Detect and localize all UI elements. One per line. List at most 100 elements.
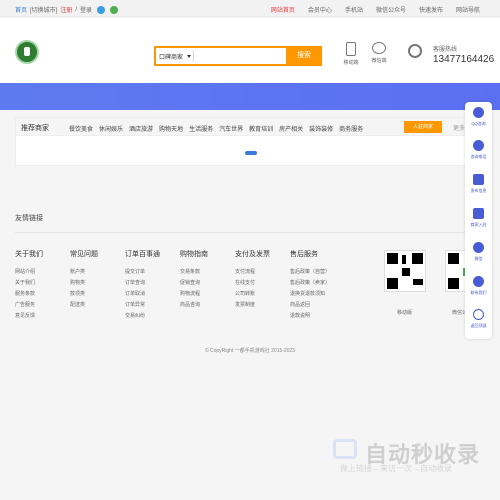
sidebar-label: 联系我们 [470,290,487,295]
footer-link[interactable]: 订单异常 [125,300,180,311]
category-tab[interactable]: 购物天地 [159,124,183,133]
sidebar-item-contact[interactable]: 联系我们 [465,276,492,296]
hotline-number: 13477164426 [433,54,495,65]
quick-post-link[interactable]: 快速发布 [419,5,443,14]
switch-city-link[interactable]: [切换城市] [30,5,57,14]
footer-link[interactable]: 关于我们 [15,278,70,289]
footer-link[interactable]: 退款说明 [290,311,345,322]
member-center-link[interactable]: 会员中心 [308,5,332,14]
footer-link[interactable]: 交易纠纷 [125,311,180,322]
qr-code-mobile [384,250,426,292]
wechat-login-icon[interactable] [110,5,119,14]
category-tab[interactable]: 教育培训 [249,124,273,133]
footer-link[interactable]: 商品咨询 [180,300,235,311]
footer-link[interactable]: 支付流程 [235,267,290,278]
send-icon [473,174,484,185]
footer-link[interactable]: 款项类 [70,289,125,300]
footer-link[interactable]: 订单查询 [125,278,180,289]
carousel-indicator[interactable] [245,151,257,155]
wechat-icon [473,242,484,253]
sidebar-item-phone[interactable]: 咨询电话 [465,140,492,160]
mobile-site-link[interactable]: 手机站 [345,5,363,14]
sidebar-item-top[interactable]: 返回顶部 [465,309,492,329]
category-tab[interactable]: 商务服务 [339,124,363,133]
site-nav-link[interactable]: 网站导航 [456,5,480,14]
shops-title: 推荐商家 [21,125,49,132]
login-link[interactable]: 登录 [80,5,92,14]
search-box: 口碑商家 搜索 [154,46,322,66]
footer-link[interactable]: 提交订单 [125,267,180,278]
footer-link[interactable]: 售后政策（自营） [290,267,345,278]
watermark-logo [333,439,357,459]
footer-column: 售后服务 售后政策（自营） 售后政策（卖家） 退换货退款须知 商品返回 退款说明 [290,249,345,322]
category-tab[interactable]: 生活服务 [189,124,213,133]
search-button[interactable]: 搜索 [286,46,322,66]
shops-header: 推荐商家 餐饮美食 休闲娱乐 酒店旅游 购物天地 生活服务 汽车世界 教育培训 … [16,118,469,136]
search-category-select[interactable]: 口碑商家 [159,52,183,61]
hotline-label: 客服热线 [433,47,458,53]
category-tab[interactable]: 汽车世界 [219,124,243,133]
join-shop-button[interactable]: 入驻商家 [404,121,442,133]
recommended-shops: 推荐商家 餐饮美食 休闲娱乐 酒店旅游 购物天地 生活服务 汽车世界 教育培训 … [15,117,469,166]
flag-icon [473,208,484,219]
sidebar-item-wechat[interactable]: 微信 [465,242,492,262]
category-tab[interactable]: 休闲娱乐 [99,124,123,133]
wechat-official-link[interactable]: 微信公众号 [376,5,406,14]
qr-caption-mobile: 移动版 [397,310,413,316]
footer-column-title: 常见问题 [70,251,98,258]
footer-link[interactable]: 商品返回 [290,300,345,311]
footer-link[interactable]: 网站介绍 [15,267,70,278]
category-tab[interactable]: 酒店旅游 [129,124,153,133]
friend-links-title: 友情链接 [15,215,43,222]
footer-link[interactable]: 服务条款 [15,289,70,300]
sidebar-label: 咨询电话 [470,154,487,159]
sidebar-item-join[interactable]: 商家入驻 [465,208,492,228]
footer-link[interactable]: 意见反馈 [15,311,70,322]
wechat-app-link[interactable]: 微信端 [370,42,388,66]
footer-link[interactable]: 购物流程 [180,289,235,300]
footer-column: 购物指南 交易条款 促销查询 购物流程 商品咨询 [180,249,235,322]
footer-link[interactable]: 订单取消 [125,289,180,300]
footer-link[interactable]: 发票制度 [235,300,290,311]
footer-divider [15,232,485,233]
sidebar-item-publish[interactable]: 发布信息 [465,174,492,194]
mobile-app-link[interactable]: 移动端 [342,42,360,66]
sidebar-item-qq[interactable]: QQ咨询 [465,107,492,127]
category-tab[interactable]: 装饰装修 [309,124,333,133]
search-divider [193,50,194,62]
top-left-links: 首页 [切换城市] 注册 / 登录 [15,5,119,14]
sidebar-label: 返回顶部 [470,323,487,328]
copyright: © CopyRight 一都手机游戏社 2015-2023 [204,348,296,354]
register-link[interactable]: 注册 [60,5,72,14]
footer-link[interactable]: 退换货退款须知 [290,289,345,300]
qq-icon [473,107,484,118]
sidebar-label: 微信 [474,256,483,261]
user-icon [473,276,484,287]
footer-link[interactable]: 公司转账 [235,289,290,300]
watermark-subtext: 做上链接→来访一次→自动收录 [340,464,452,473]
category-tab[interactable]: 房产相关 [279,124,303,133]
home-link[interactable]: 首页 [15,5,27,14]
footer-link[interactable]: 在线支付 [235,278,290,289]
site-home-link[interactable]: 网站首页 [271,5,295,14]
footer-column-title: 订单百事通 [125,251,160,258]
app-links: 移动端 微信端 [342,42,388,66]
footer-link[interactable]: 购物类 [70,278,125,289]
footer-link[interactable]: 售后政策（卖家） [290,278,345,289]
qq-login-icon[interactable] [97,5,106,14]
more-shops-link[interactable]: 更多 [453,123,465,132]
footer-link[interactable]: 交易条款 [180,267,235,278]
category-tab[interactable]: 餐饮美食 [69,124,93,133]
top-bar: 首页 [切换城市] 注册 / 登录 网站首页 会员中心 手机站 微信公众号 快速… [0,0,500,17]
footer-link[interactable]: 配送类 [70,300,125,311]
footer-link[interactable]: 促销查询 [180,278,235,289]
banner[interactable] [0,83,500,110]
search-input[interactable] [196,48,282,64]
site-logo[interactable] [15,40,39,64]
footer-link[interactable]: 广告服务 [15,300,70,311]
wechat-app-label: 微信端 [371,58,387,64]
chevron-down-icon[interactable] [187,55,191,58]
shop-categories: 餐饮美食 休闲娱乐 酒店旅游 购物天地 生活服务 汽车世界 教育培训 房产相关 … [69,124,363,133]
footer-column: 关于我们 网站介绍 关于我们 服务条款 广告服务 意见反馈 [15,249,70,322]
footer-link[interactable]: 账户类 [70,267,125,278]
